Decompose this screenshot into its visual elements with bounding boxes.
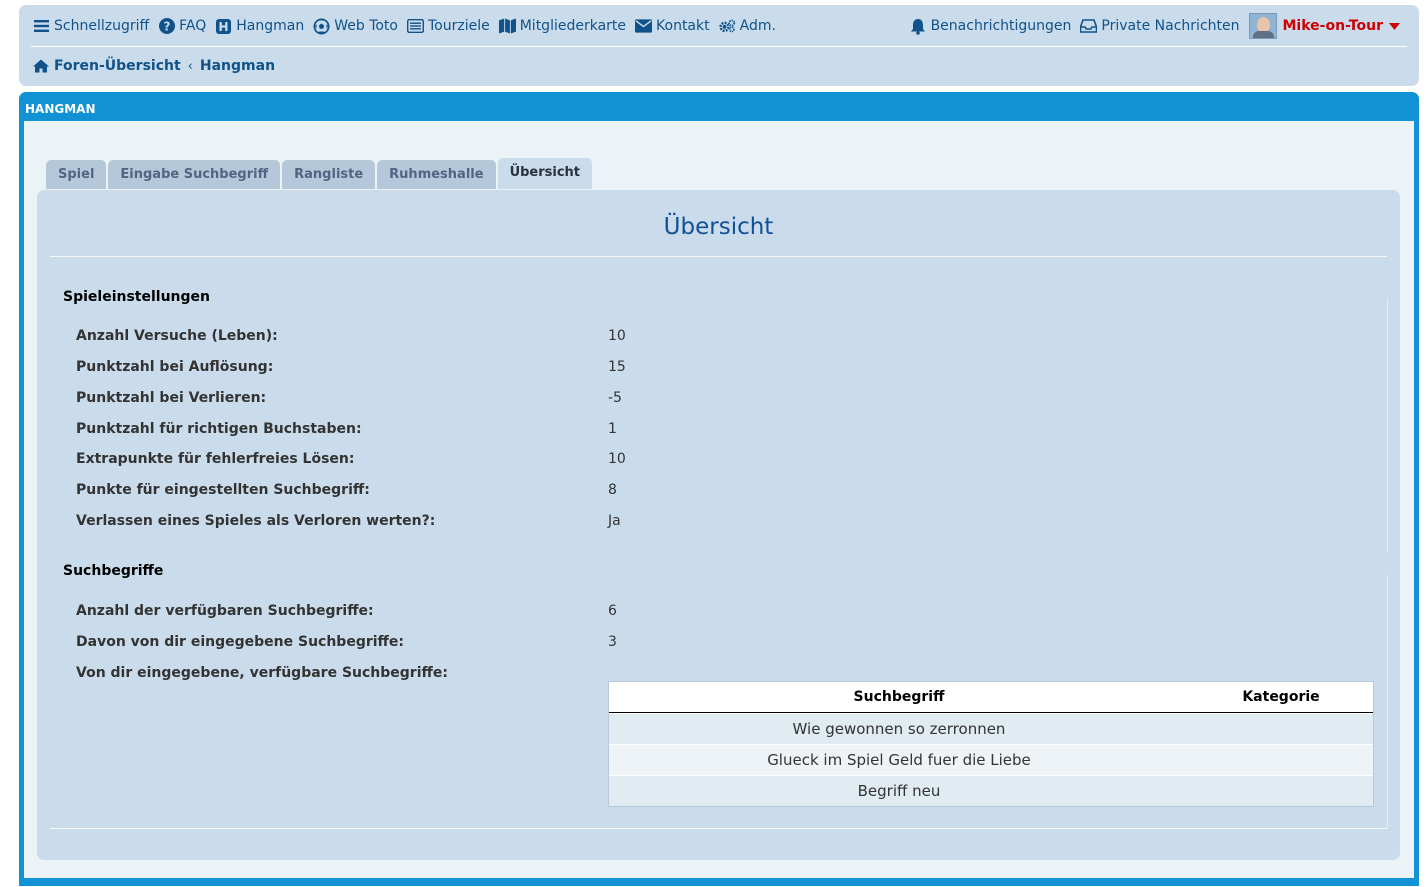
home-icon bbox=[33, 59, 49, 73]
terms-row-value: 6 bbox=[608, 603, 617, 619]
breadcrumb-home-link[interactable]: Foren-Übersicht bbox=[54, 58, 181, 74]
search-terms-table: Suchbegriff Kategorie Wie gewonnen so ze… bbox=[608, 681, 1374, 807]
breadcrumb-current-link[interactable]: Hangman bbox=[200, 58, 275, 74]
table-cell-term: Begriff neu bbox=[857, 782, 941, 800]
terms-row: Von dir eingegebene, verfügbare Suchbegr… bbox=[76, 663, 1276, 683]
settings-row: Anzahl Versuche (Leben): 10 bbox=[76, 326, 1276, 346]
envelope-icon bbox=[635, 18, 653, 35]
forum-title: HANGMAN bbox=[25, 102, 96, 116]
settings-row-label: Extrapunkte für fehlerfreies Lösen: bbox=[76, 451, 355, 467]
column-header-suchbegriff: Suchbegriff bbox=[853, 689, 945, 705]
breadcrumb: Foren-Übersicht ‹ Hangman bbox=[33, 55, 275, 77]
nav-tourziele-label: Tourziele bbox=[427, 18, 490, 34]
nav-kontakt[interactable]: Kontakt bbox=[635, 18, 710, 35]
settings-row-label: Punktzahl für richtigen Buchstaben: bbox=[76, 421, 362, 437]
settings-row: Punktzahl bei Verlieren: -5 bbox=[76, 388, 1276, 408]
settings-row-value: 8 bbox=[608, 482, 617, 498]
terms-row: Davon von dir eingegebene Suchbegriffe: … bbox=[76, 632, 1276, 652]
bars-icon bbox=[33, 18, 50, 35]
column-header-kategorie: Kategorie bbox=[1242, 689, 1320, 705]
user-menu[interactable]: Mike-on-Tour bbox=[1248, 13, 1400, 39]
terms-row-label: Davon von dir eingegebene Suchbegriffe: bbox=[76, 634, 404, 650]
settings-row: Punkte für eingestellten Suchbegriff: 8 bbox=[76, 480, 1276, 500]
tab-eingabe-suchbegriff[interactable]: Eingabe Suchbegriff bbox=[108, 160, 281, 189]
table-row: Wie gewonnen so zerronnen bbox=[609, 713, 1373, 744]
header-bar: Schnellzugriff ? FAQ Hangman Web Toto To… bbox=[19, 5, 1419, 86]
nav-webtoto-label: Web Toto bbox=[334, 18, 398, 34]
nav-faq[interactable]: ? FAQ bbox=[158, 18, 206, 35]
settings-row-value: 15 bbox=[608, 359, 626, 375]
terms-row: Anzahl der verfügbaren Suchbegriffe: 6 bbox=[76, 601, 1276, 621]
tab-ruhmeshalle[interactable]: Ruhmeshalle bbox=[377, 160, 496, 189]
settings-row-value: 10 bbox=[608, 451, 626, 467]
nav-adm-label: Adm. bbox=[739, 18, 776, 34]
settings-row-label: Punktzahl bei Verlieren: bbox=[76, 390, 267, 406]
svg-text:?: ? bbox=[163, 20, 170, 34]
caret-down-icon bbox=[1389, 22, 1400, 30]
nav-faq-label: FAQ bbox=[179, 18, 207, 34]
terms-row-label: Anzahl der verfügbaren Suchbegriffe: bbox=[76, 603, 374, 619]
nav-hangman-label: Hangman bbox=[236, 18, 305, 34]
cogs-icon bbox=[718, 18, 736, 35]
settings-row-value: 10 bbox=[608, 328, 626, 344]
settings-row-value: Ja bbox=[608, 513, 621, 529]
table-header-row: Suchbegriff Kategorie bbox=[609, 682, 1373, 713]
tab-rangliste[interactable]: Rangliste bbox=[282, 160, 376, 189]
tab-uebersicht[interactable]: Übersicht bbox=[497, 158, 593, 189]
settings-row-label: Verlassen eines Spieles als Verloren wer… bbox=[76, 513, 436, 529]
nav-hangman[interactable]: Hangman bbox=[215, 18, 304, 35]
settings-row-label: Punktzahl bei Auflösung: bbox=[76, 359, 274, 375]
nav-mitgliederkarte[interactable]: Mitgliederkarte bbox=[498, 18, 627, 35]
settings-row-value: -5 bbox=[608, 390, 622, 406]
nav-private-messages[interactable]: Private Nachrichten bbox=[1080, 18, 1240, 35]
username: Mike-on-Tour bbox=[1282, 18, 1384, 34]
nav-mitgliederkarte-label: Mitgliederkarte bbox=[519, 18, 627, 34]
nav-kontakt-label: Kontakt bbox=[656, 18, 710, 34]
table-row: Begriff neu bbox=[609, 775, 1373, 806]
settings-row: Punktzahl für richtigen Buchstaben: 1 bbox=[76, 419, 1276, 439]
settings-row: Verlassen eines Spieles als Verloren wer… bbox=[76, 511, 1276, 531]
nav-tourziele[interactable]: Tourziele bbox=[406, 18, 490, 35]
settings-row: Extrapunkte für fehlerfreies Lösen: 10 bbox=[76, 449, 1276, 469]
nav-notifications-label: Benachrichtigungen bbox=[930, 18, 1072, 34]
content-card: Übersicht Spieleinstellungen Anzahl Vers… bbox=[37, 190, 1400, 860]
nav-menu: Schnellzugriff ? FAQ Hangman Web Toto To… bbox=[33, 5, 1409, 47]
table-cell-term: Wie gewonnen so zerronnen bbox=[792, 720, 1006, 738]
terms-row-label: Von dir eingegebene, verfügbare Suchbegr… bbox=[76, 665, 448, 681]
page-title: Übersicht bbox=[663, 214, 774, 240]
inbox-icon bbox=[1080, 18, 1098, 35]
inner-panel: Spiel Eingabe Suchbegriff Rangliste Ruhm… bbox=[24, 121, 1414, 878]
table-row: Glueck im Spiel Geld fuer die Liebe bbox=[609, 744, 1373, 775]
nav-private-messages-label: Private Nachrichten bbox=[1101, 18, 1240, 34]
settings-row: Punktzahl bei Auflösung: 15 bbox=[76, 357, 1276, 377]
terms-row-value: 3 bbox=[608, 634, 617, 650]
title-divider bbox=[50, 256, 1387, 257]
nav-notifications[interactable]: Benachrichtigungen bbox=[910, 18, 1072, 35]
forum-panel: HANGMAN Spiel Eingabe Suchbegriff Rangli… bbox=[19, 92, 1419, 886]
bottom-divider bbox=[50, 828, 1387, 829]
settings-row-label: Punkte für eingestellten Suchbegriff: bbox=[76, 482, 370, 498]
question-circle-icon: ? bbox=[158, 18, 175, 35]
map-icon bbox=[498, 18, 516, 35]
breadcrumb-separator: ‹ bbox=[187, 58, 193, 74]
soccer-ball-icon bbox=[313, 18, 330, 35]
tab-spiel[interactable]: Spiel bbox=[46, 160, 107, 189]
avatar bbox=[1248, 13, 1277, 39]
settings-row-label: Anzahl Versuche (Leben): bbox=[76, 328, 278, 344]
tab-bar: Spiel Eingabe Suchbegriff Rangliste Ruhm… bbox=[46, 158, 594, 189]
nav-adm[interactable]: Adm. bbox=[718, 18, 776, 35]
h-square-icon bbox=[215, 18, 232, 35]
bell-icon bbox=[910, 18, 927, 35]
nav-divider bbox=[31, 46, 1407, 47]
nav-webtoto[interactable]: Web Toto bbox=[313, 18, 398, 35]
table-cell-term: Glueck im Spiel Geld fuer die Liebe bbox=[767, 751, 1031, 769]
list-alt-icon bbox=[406, 18, 424, 35]
nav-quicklinks[interactable]: Schnellzugriff bbox=[33, 18, 149, 35]
settings-row-value: 1 bbox=[608, 421, 617, 437]
nav-quicklinks-label: Schnellzugriff bbox=[54, 18, 150, 34]
